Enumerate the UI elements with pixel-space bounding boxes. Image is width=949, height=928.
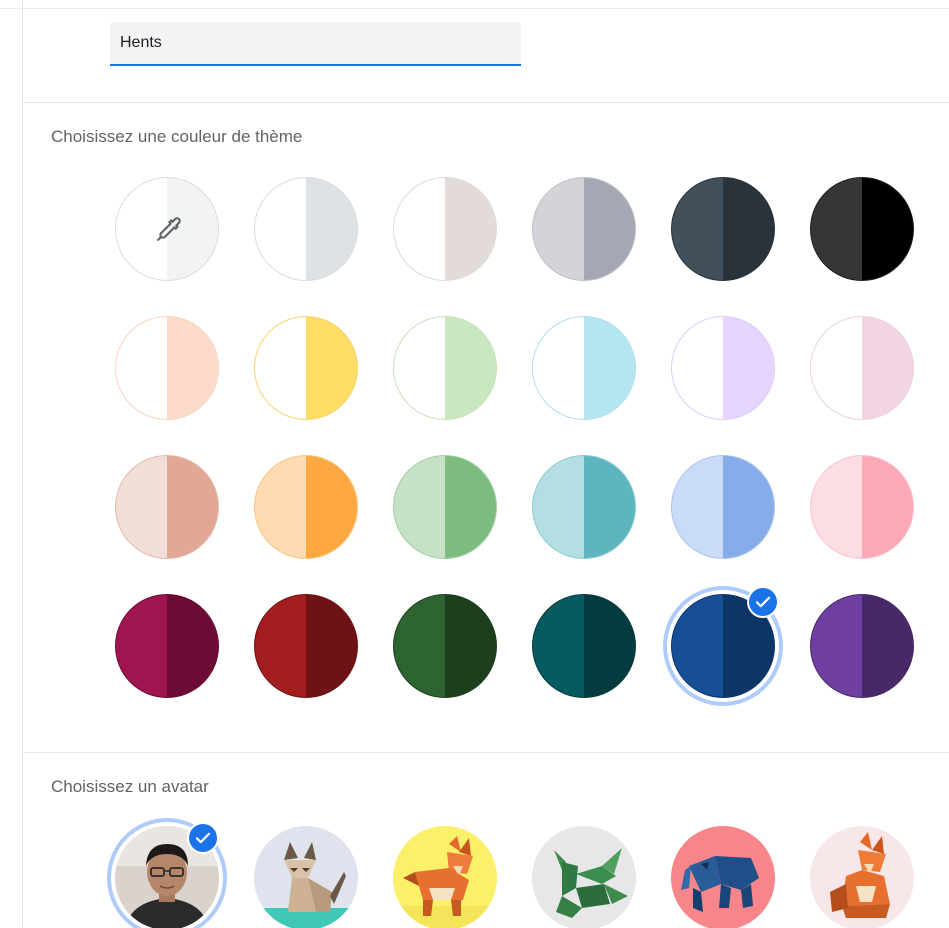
theme-swatch-orange[interactable] (254, 455, 358, 559)
profile-name-input[interactable] (110, 22, 521, 64)
section-divider-bottom (22, 752, 949, 753)
top-divider (0, 8, 949, 9)
profile-name-field[interactable] (110, 22, 521, 66)
theme-swatch-light-grey[interactable] (254, 177, 358, 281)
avatar-origami-fox[interactable] (810, 826, 914, 928)
theme-swatch-custom-color[interactable] (115, 177, 219, 281)
theme-swatch-lavender-light[interactable] (671, 316, 775, 420)
avatar-origami-fox-yellow-image (393, 826, 497, 928)
theme-swatch-berry[interactable] (115, 594, 219, 698)
theme-swatch-cool-grey[interactable] (532, 177, 636, 281)
theme-swatch-black[interactable] (810, 177, 914, 281)
left-divider (22, 0, 23, 928)
eyedropper-icon (152, 214, 184, 246)
theme-swatch-purple[interactable] (810, 594, 914, 698)
theme-swatch-salmon[interactable] (115, 455, 219, 559)
avatar-section-title: Choisissez un avatar (51, 777, 209, 796)
theme-swatch-green[interactable] (393, 455, 497, 559)
theme-selected-check-icon (747, 586, 779, 618)
avatar-origami-dragon-image (532, 826, 636, 928)
theme-swatch-pink[interactable] (810, 455, 914, 559)
avatar-origami-fox-yellow[interactable] (393, 826, 497, 928)
theme-swatch-red[interactable] (254, 594, 358, 698)
avatar-origami-elephant[interactable] (671, 826, 775, 928)
avatar-origami-cat[interactable] (254, 826, 358, 928)
avatar-selected-check-icon (187, 822, 219, 854)
theme-swatch-slate[interactable] (671, 177, 775, 281)
theme-swatch-green-light[interactable] (393, 316, 497, 420)
theme-swatch-forest[interactable] (393, 594, 497, 698)
theme-section-title: Choisissez une couleur de thème (51, 127, 303, 146)
theme-swatch-blue-light[interactable] (671, 455, 775, 559)
theme-swatch-cyan-light[interactable] (532, 316, 636, 420)
theme-swatch-yellow-light[interactable] (254, 316, 358, 420)
theme-swatch-warm-grey[interactable] (393, 177, 497, 281)
theme-swatch-peach-light[interactable] (115, 316, 219, 420)
avatar-origami-elephant-image (671, 826, 775, 928)
avatar-origami-cat-image (254, 826, 358, 928)
theme-swatch-dark-teal[interactable] (532, 594, 636, 698)
avatar-origami-fox-image (810, 826, 914, 928)
profile-customization-page: Choisissez une couleur de thème Choisiss… (0, 0, 949, 928)
theme-swatch-pink-light[interactable] (810, 316, 914, 420)
theme-swatch-teal[interactable] (532, 455, 636, 559)
section-divider-top (22, 102, 949, 103)
avatar-origami-dragon[interactable] (532, 826, 636, 928)
